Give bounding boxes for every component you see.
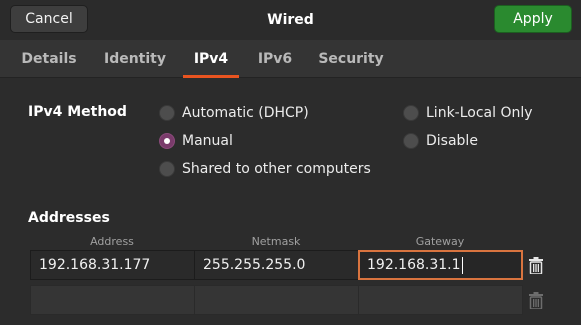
text-caret [461, 256, 463, 274]
radio-shared[interactable]: Shared to other computers [159, 159, 371, 179]
radio-label: Manual [182, 133, 233, 149]
ipv4-settings-panel: IPv4 Method Automatic (DHCP) Manual Shar… [10, 78, 571, 325]
radio-indicator-checked [159, 133, 175, 149]
radio-indicator [403, 105, 419, 121]
radio-disable[interactable]: Disable [403, 131, 478, 151]
tab-details[interactable]: Details [10, 40, 88, 78]
header-bar: Wired Cancel Apply [0, 0, 581, 40]
column-header-gateway: Gateway [415, 235, 465, 248]
tab-ipv4[interactable]: IPv4 [183, 40, 239, 78]
radio-manual[interactable]: Manual [159, 131, 233, 151]
cancel-button[interactable]: Cancel [10, 5, 88, 33]
delete-row-button-disabled [526, 289, 546, 311]
address-input[interactable]: 192.168.31.177 [30, 250, 195, 280]
radio-label: Automatic (DHCP) [182, 105, 309, 121]
address-input-empty[interactable] [30, 285, 195, 315]
ipv4-method-label: IPv4 Method [28, 104, 127, 120]
tab-bar: Details Identity IPv4 IPv6 Security [0, 40, 581, 78]
radio-indicator [159, 105, 175, 121]
apply-button[interactable]: Apply [494, 5, 572, 33]
gateway-input-empty[interactable] [358, 285, 523, 315]
addresses-label: Addresses [28, 210, 110, 226]
radio-link-local-only[interactable]: Link-Local Only [403, 103, 533, 123]
column-header-netmask: Netmask [251, 235, 301, 248]
radio-label: Disable [426, 133, 478, 149]
trash-icon [529, 291, 543, 309]
radio-label: Shared to other computers [182, 161, 371, 177]
tab-ipv6[interactable]: IPv6 [250, 40, 300, 78]
delete-row-button[interactable] [526, 254, 546, 276]
netmask-input[interactable]: 255.255.255.0 [194, 250, 359, 280]
radio-automatic-dhcp[interactable]: Automatic (DHCP) [159, 103, 309, 123]
trash-icon [529, 256, 543, 274]
netmask-input-empty[interactable] [194, 285, 359, 315]
radio-indicator [403, 133, 419, 149]
tab-security[interactable]: Security [312, 40, 390, 78]
netmask-value: 255.255.255.0 [203, 257, 306, 273]
gateway-input[interactable]: 192.168.31.1 [358, 250, 523, 280]
address-value: 192.168.31.177 [39, 257, 151, 273]
column-header-address: Address [90, 235, 134, 248]
radio-indicator [159, 161, 175, 177]
tab-identity[interactable]: Identity [92, 40, 178, 78]
gateway-value: 192.168.31.1 [367, 257, 461, 273]
radio-label: Link-Local Only [426, 105, 533, 121]
